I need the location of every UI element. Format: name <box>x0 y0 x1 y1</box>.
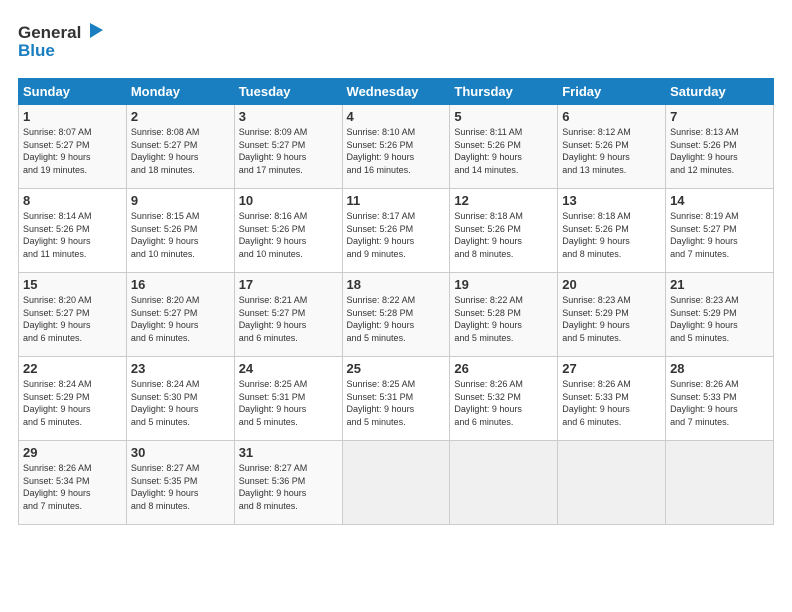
logo: General Blue <box>18 18 108 68</box>
calendar-header-cell: Saturday <box>666 79 774 105</box>
calendar-header-cell: Thursday <box>450 79 558 105</box>
calendar-header-cell: Tuesday <box>234 79 342 105</box>
calendar-day-cell: 3Sunrise: 8:09 AMSunset: 5:27 PMDaylight… <box>234 105 342 189</box>
calendar-table: SundayMondayTuesdayWednesdayThursdayFrid… <box>18 78 774 525</box>
calendar-week-row: 15Sunrise: 8:20 AMSunset: 5:27 PMDayligh… <box>19 273 774 357</box>
calendar-week-row: 22Sunrise: 8:24 AMSunset: 5:29 PMDayligh… <box>19 357 774 441</box>
calendar-day-cell: 17Sunrise: 8:21 AMSunset: 5:27 PMDayligh… <box>234 273 342 357</box>
calendar-day-cell: 7Sunrise: 8:13 AMSunset: 5:26 PMDaylight… <box>666 105 774 189</box>
calendar-header-row: SundayMondayTuesdayWednesdayThursdayFrid… <box>19 79 774 105</box>
calendar-day-cell <box>558 441 666 525</box>
calendar-header-cell: Monday <box>126 79 234 105</box>
calendar-day-cell: 23Sunrise: 8:24 AMSunset: 5:30 PMDayligh… <box>126 357 234 441</box>
calendar-day-cell: 27Sunrise: 8:26 AMSunset: 5:33 PMDayligh… <box>558 357 666 441</box>
calendar-day-cell <box>342 441 450 525</box>
calendar-day-cell: 18Sunrise: 8:22 AMSunset: 5:28 PMDayligh… <box>342 273 450 357</box>
page: General Blue SundayMondayTuesdayWednesda… <box>0 0 792 535</box>
calendar-day-cell: 22Sunrise: 8:24 AMSunset: 5:29 PMDayligh… <box>19 357 127 441</box>
calendar-header-cell: Sunday <box>19 79 127 105</box>
calendar-week-row: 29Sunrise: 8:26 AMSunset: 5:34 PMDayligh… <box>19 441 774 525</box>
calendar-day-cell: 5Sunrise: 8:11 AMSunset: 5:26 PMDaylight… <box>450 105 558 189</box>
calendar-day-cell: 4Sunrise: 8:10 AMSunset: 5:26 PMDaylight… <box>342 105 450 189</box>
calendar-day-cell: 30Sunrise: 8:27 AMSunset: 5:35 PMDayligh… <box>126 441 234 525</box>
logo-text: General Blue <box>18 18 108 68</box>
calendar-day-cell: 25Sunrise: 8:25 AMSunset: 5:31 PMDayligh… <box>342 357 450 441</box>
calendar-week-row: 8Sunrise: 8:14 AMSunset: 5:26 PMDaylight… <box>19 189 774 273</box>
calendar-day-cell: 29Sunrise: 8:26 AMSunset: 5:34 PMDayligh… <box>19 441 127 525</box>
svg-text:General: General <box>18 23 81 42</box>
calendar-day-cell: 16Sunrise: 8:20 AMSunset: 5:27 PMDayligh… <box>126 273 234 357</box>
calendar-day-cell: 21Sunrise: 8:23 AMSunset: 5:29 PMDayligh… <box>666 273 774 357</box>
calendar-day-cell: 13Sunrise: 8:18 AMSunset: 5:26 PMDayligh… <box>558 189 666 273</box>
calendar-day-cell: 11Sunrise: 8:17 AMSunset: 5:26 PMDayligh… <box>342 189 450 273</box>
calendar-day-cell: 12Sunrise: 8:18 AMSunset: 5:26 PMDayligh… <box>450 189 558 273</box>
calendar-day-cell: 31Sunrise: 8:27 AMSunset: 5:36 PMDayligh… <box>234 441 342 525</box>
calendar-day-cell: 20Sunrise: 8:23 AMSunset: 5:29 PMDayligh… <box>558 273 666 357</box>
calendar-day-cell <box>666 441 774 525</box>
header: General Blue <box>18 18 774 68</box>
calendar-day-cell: 24Sunrise: 8:25 AMSunset: 5:31 PMDayligh… <box>234 357 342 441</box>
calendar-day-cell: 19Sunrise: 8:22 AMSunset: 5:28 PMDayligh… <box>450 273 558 357</box>
calendar-day-cell <box>450 441 558 525</box>
calendar-body: 1Sunrise: 8:07 AMSunset: 5:27 PMDaylight… <box>19 105 774 525</box>
calendar-day-cell: 28Sunrise: 8:26 AMSunset: 5:33 PMDayligh… <box>666 357 774 441</box>
calendar-day-cell: 6Sunrise: 8:12 AMSunset: 5:26 PMDaylight… <box>558 105 666 189</box>
svg-text:Blue: Blue <box>18 41 55 60</box>
calendar-day-cell: 1Sunrise: 8:07 AMSunset: 5:27 PMDaylight… <box>19 105 127 189</box>
calendar-week-row: 1Sunrise: 8:07 AMSunset: 5:27 PMDaylight… <box>19 105 774 189</box>
calendar-day-cell: 8Sunrise: 8:14 AMSunset: 5:26 PMDaylight… <box>19 189 127 273</box>
calendar-day-cell: 26Sunrise: 8:26 AMSunset: 5:32 PMDayligh… <box>450 357 558 441</box>
calendar-day-cell: 15Sunrise: 8:20 AMSunset: 5:27 PMDayligh… <box>19 273 127 357</box>
calendar-day-cell: 9Sunrise: 8:15 AMSunset: 5:26 PMDaylight… <box>126 189 234 273</box>
calendar-day-cell: 10Sunrise: 8:16 AMSunset: 5:26 PMDayligh… <box>234 189 342 273</box>
calendar-day-cell: 14Sunrise: 8:19 AMSunset: 5:27 PMDayligh… <box>666 189 774 273</box>
calendar-day-cell: 2Sunrise: 8:08 AMSunset: 5:27 PMDaylight… <box>126 105 234 189</box>
calendar-header-cell: Wednesday <box>342 79 450 105</box>
calendar-header-cell: Friday <box>558 79 666 105</box>
